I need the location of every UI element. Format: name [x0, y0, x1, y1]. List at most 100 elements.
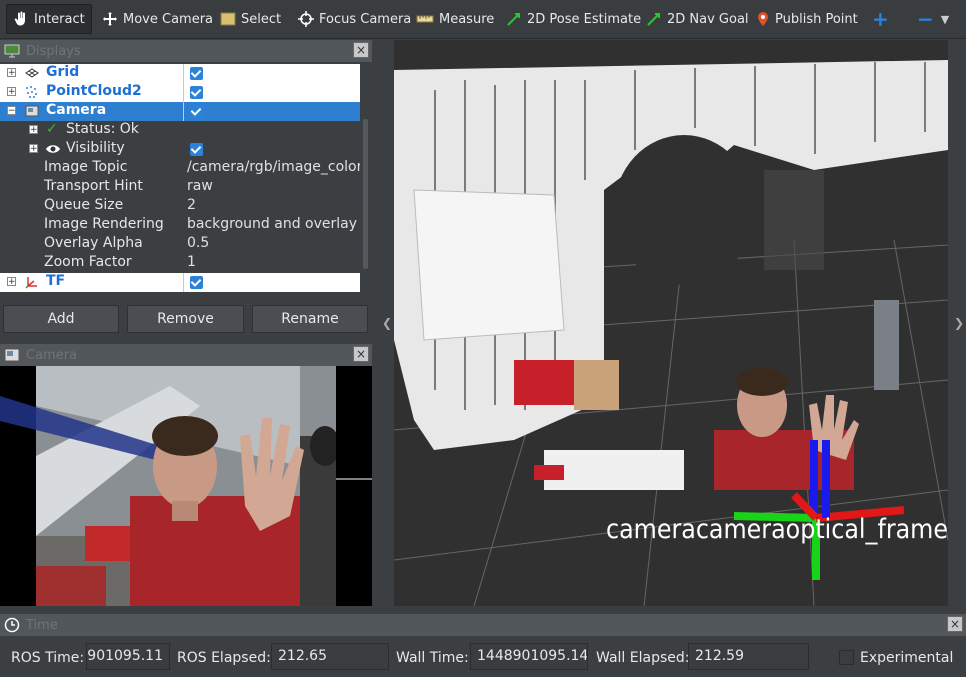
green-arrow-icon	[647, 13, 660, 26]
enable-checkbox[interactable]	[190, 105, 203, 118]
displays-scrollbar[interactable]	[362, 64, 370, 292]
ros-time-field[interactable]: 1448901095.11	[86, 643, 170, 670]
camera-status-row[interactable]: + ✓ Status: Ok	[0, 121, 360, 140]
minus-icon: −	[917, 7, 934, 31]
enable-checkbox[interactable]	[190, 67, 203, 80]
eye-icon	[46, 145, 60, 153]
experimental-label: Experimental	[860, 650, 954, 666]
property-value[interactable]: raw	[187, 178, 213, 194]
displays-panel-title: Displays ×	[0, 40, 372, 62]
camera-visibility-row[interactable]: + Visibility	[0, 140, 360, 159]
property-value[interactable]: background and overlay	[187, 216, 357, 232]
close-icon[interactable]: ×	[353, 346, 369, 362]
property-value[interactable]: 0.5	[187, 235, 209, 251]
render-3d-view[interactable]: cameracameraoptical_frame	[394, 40, 948, 606]
enable-checkbox[interactable]	[190, 86, 203, 99]
select-tool[interactable]: Select	[214, 4, 287, 34]
camera-title: Camera	[26, 347, 78, 363]
green-arrow-icon	[507, 13, 520, 26]
property-row[interactable]: Transport Hint raw	[0, 178, 360, 197]
time-panel-title: Time ×	[0, 614, 966, 636]
grid-icon	[25, 68, 39, 78]
wall-elapsed-field[interactable]: 212.59	[688, 643, 809, 670]
visibility-label: Visibility	[66, 140, 125, 156]
move-camera-tool[interactable]: Move Camera	[96, 4, 219, 34]
add-button[interactable]: Add	[3, 305, 119, 333]
visibility-checkbox[interactable]	[190, 143, 203, 156]
display-item-grid[interactable]: + Grid	[0, 64, 360, 83]
display-item-camera[interactable]: − Camera	[0, 102, 360, 121]
close-icon[interactable]: ×	[353, 42, 369, 58]
close-icon[interactable]: ×	[947, 616, 963, 632]
property-row[interactable]: Overlay Alpha 0.5	[0, 235, 360, 254]
camera-display-icon	[4, 348, 20, 362]
property-row[interactable]: Queue Size 2	[0, 197, 360, 216]
scrollbar-thumb[interactable]	[363, 119, 368, 269]
monitor-icon	[4, 44, 20, 58]
enable-checkbox[interactable]	[190, 276, 203, 289]
property-key: Zoom Factor	[44, 254, 132, 270]
property-value[interactable]: 1	[187, 254, 196, 270]
property-key: Transport Hint	[44, 178, 143, 194]
move-icon	[103, 12, 117, 26]
wall-time-field[interactable]: 1448901095.14	[470, 643, 588, 670]
property-value[interactable]: /camera/rgb/image_color	[187, 159, 360, 175]
publish-point-tool[interactable]: Publish Point	[750, 4, 864, 34]
display-item-pointcloud2[interactable]: + PointCloud2	[0, 83, 360, 102]
map-pin-icon	[758, 12, 768, 26]
experimental-checkbox[interactable]	[839, 650, 854, 665]
hand-icon	[14, 11, 25, 26]
nav-goal-label: 2D Nav Goal	[667, 11, 749, 27]
checkmark-icon: ✓	[46, 121, 58, 137]
pointcloud-icon	[26, 86, 37, 98]
select-label: Select	[241, 11, 282, 27]
wall-elapsed-label: Wall Elapsed:	[596, 650, 690, 666]
display-item-label: Grid	[46, 64, 80, 80]
publish-point-label: Publish Point	[775, 11, 858, 27]
displays-tree: + Grid + PointCloud2 − Camera + ✓ Status…	[0, 64, 360, 292]
expand-icon[interactable]: +	[29, 144, 38, 154]
collapse-right-icon[interactable]: ❯	[954, 316, 964, 330]
expand-icon[interactable]: +	[7, 277, 16, 287]
focus-camera-tool[interactable]: Focus Camera	[292, 4, 417, 34]
rename-button[interactable]: Rename	[252, 305, 368, 333]
measure-tool[interactable]: Measure	[410, 4, 500, 34]
expand-icon[interactable]: +	[7, 68, 16, 78]
property-key: Image Topic	[44, 159, 128, 175]
property-key: Image Rendering	[44, 216, 164, 232]
wall-time-label: Wall Time:	[396, 650, 469, 666]
pose-estimate-tool[interactable]: 2D Pose Estimate	[500, 4, 647, 34]
display-item-label: PointCloud2	[46, 83, 142, 99]
display-item-label: TF	[46, 273, 66, 289]
ruler-icon	[416, 15, 434, 23]
interact-tool[interactable]: Interact	[6, 4, 92, 34]
tf-frame-labels: cameracameraoptical_frame	[606, 514, 948, 545]
property-value[interactable]: 2	[187, 197, 196, 213]
pose-estimate-label: 2D Pose Estimate	[527, 11, 642, 27]
move-camera-label: Move Camera	[123, 11, 214, 27]
camera-display-icon	[25, 105, 39, 117]
nav-goal-tool[interactable]: 2D Nav Goal	[640, 4, 755, 34]
collapse-icon[interactable]: −	[7, 106, 16, 116]
remove-button[interactable]: Remove	[127, 305, 244, 333]
property-row[interactable]: Zoom Factor 1	[0, 254, 360, 273]
ros-elapsed-field[interactable]: 212.65	[271, 643, 389, 670]
interact-label: Interact	[34, 11, 85, 27]
expand-icon[interactable]: +	[29, 125, 38, 135]
camera-image	[0, 366, 372, 606]
collapse-left-icon[interactable]: ❮	[382, 316, 392, 330]
crosshair-icon	[298, 11, 314, 27]
ros-time-label: ROS Time:	[11, 650, 85, 666]
property-row[interactable]: Image Rendering background and overlay	[0, 216, 360, 235]
chevron-down-icon: ▼	[940, 12, 950, 26]
ros-elapsed-label: ROS Elapsed:	[177, 650, 271, 666]
camera-image-view[interactable]	[0, 366, 372, 606]
property-row[interactable]: Image Topic /camera/rgb/image_color	[0, 159, 360, 178]
remove-tool-button[interactable]: − ▼	[911, 4, 955, 34]
clock-icon	[4, 617, 20, 633]
time-title: Time	[26, 617, 58, 633]
status-label: Status: Ok	[66, 121, 139, 137]
add-tool-button[interactable]: +	[866, 4, 895, 34]
expand-icon[interactable]: +	[7, 87, 16, 97]
display-item-tf[interactable]: + TF	[0, 273, 360, 292]
